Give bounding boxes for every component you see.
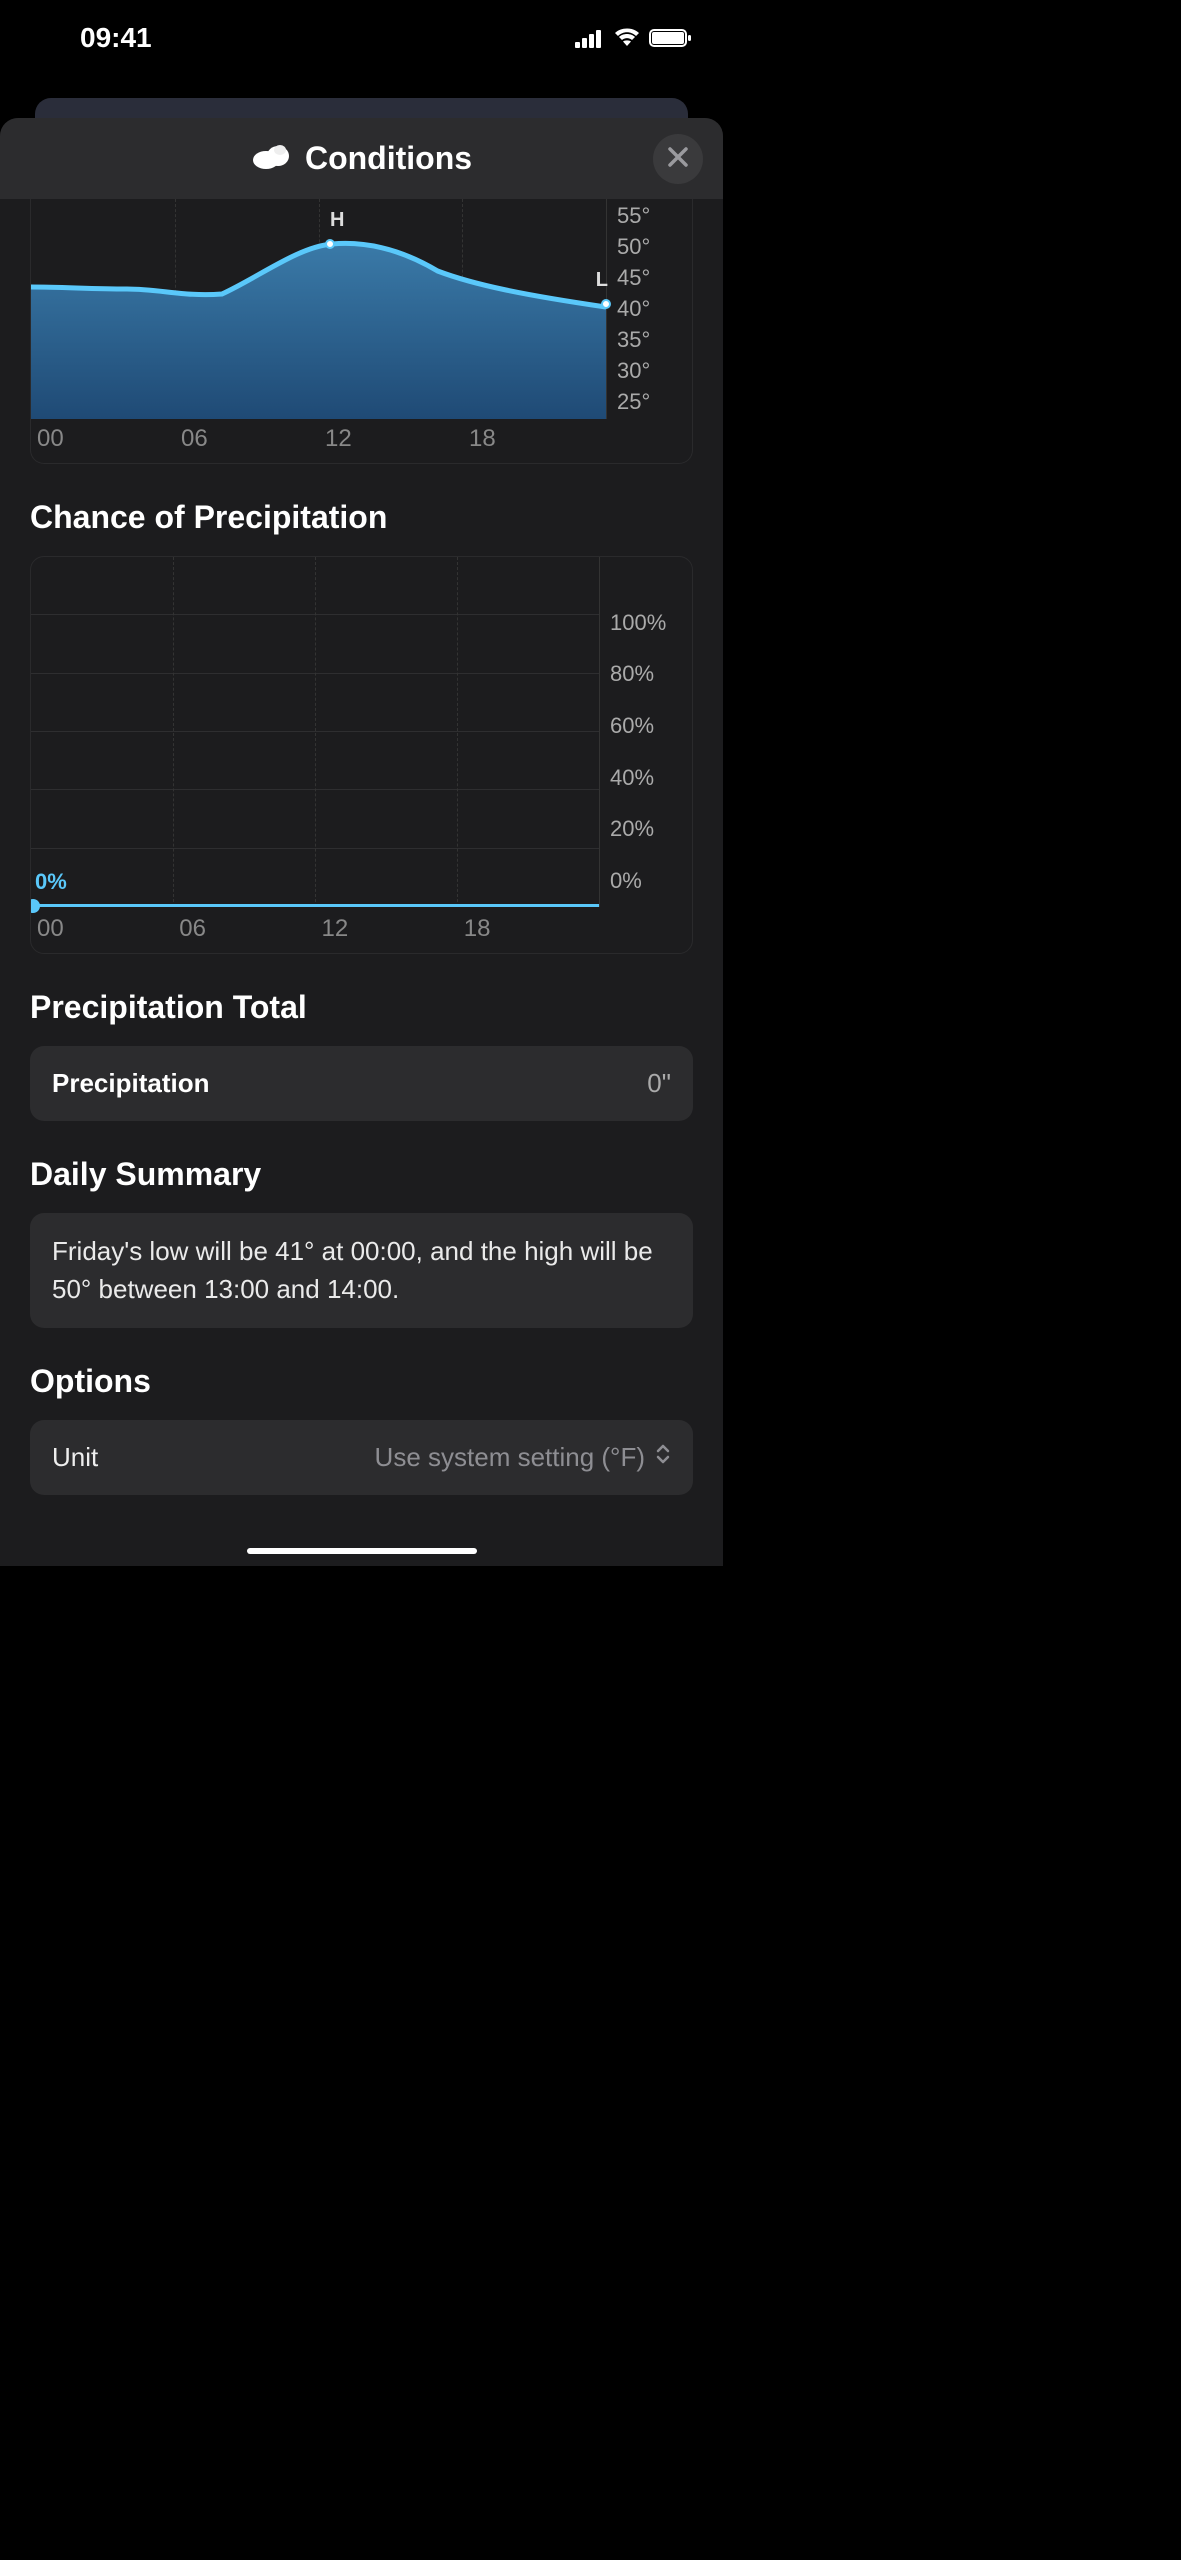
home-indicator[interactable]	[247, 1548, 477, 1554]
xtick: 00	[31, 425, 175, 453]
xtick: 00	[31, 915, 173, 943]
ytick: 20%	[610, 816, 692, 842]
close-button[interactable]	[653, 134, 703, 184]
precipitation-line	[31, 904, 599, 907]
precipitation-total-label: Precipitation	[52, 1068, 209, 1099]
ytick: 0%	[610, 868, 692, 894]
precipitation-total-row: Precipitation 0"	[30, 1046, 693, 1121]
unit-value: Use system setting (°F)	[375, 1442, 645, 1473]
ytick: 50°	[617, 234, 692, 260]
chevron-updown-icon	[655, 1442, 671, 1473]
current-precip-label: 0%	[35, 869, 67, 895]
xtick: 12	[319, 425, 463, 453]
temperature-xaxis: 00 06 12 18	[31, 419, 692, 463]
xtick: 18	[458, 915, 600, 943]
ytick: 40°	[617, 296, 692, 322]
modal-title: Conditions	[305, 140, 472, 177]
cloud-icon	[251, 142, 291, 175]
status-bar: 09:41	[0, 0, 723, 70]
ytick: 100%	[610, 610, 692, 636]
precipitation-total-title: Precipitation Total	[30, 989, 693, 1026]
ytick: 55°	[617, 203, 692, 229]
unit-option-row[interactable]: Unit Use system setting (°F)	[30, 1420, 693, 1495]
daily-summary-text: Friday's low will be 41° at 00:00, and t…	[30, 1213, 693, 1328]
precipitation-yaxis: 100% 80% 60% 40% 20% 0%	[600, 557, 692, 907]
ytick: 80%	[610, 661, 692, 687]
xtick: 06	[173, 915, 315, 943]
precipitation-xaxis: 00 06 12 18	[31, 907, 692, 953]
cell-signal-icon	[575, 28, 605, 48]
ytick: 25°	[617, 389, 692, 415]
low-marker-label: L	[596, 269, 608, 292]
options-title: Options	[30, 1363, 693, 1400]
ytick: 30°	[617, 358, 692, 384]
xtick: 18	[463, 425, 607, 453]
ytick: 40%	[610, 765, 692, 791]
ytick: 35°	[617, 327, 692, 353]
status-icons	[575, 28, 693, 48]
temperature-yaxis: 55° 50° 45° 40° 35° 30° 25°	[607, 199, 692, 419]
close-icon	[667, 146, 689, 171]
temperature-chart[interactable]: H L 55° 50° 45° 40° 35° 30° 25° 00 06	[30, 199, 693, 464]
low-marker-dot	[601, 299, 611, 309]
unit-label: Unit	[52, 1442, 98, 1473]
wifi-icon	[613, 28, 641, 48]
ytick: 45°	[617, 265, 692, 291]
ytick: 60%	[610, 713, 692, 739]
modal-header: Conditions	[0, 118, 723, 199]
xtick: 12	[316, 915, 458, 943]
status-time: 09:41	[30, 22, 152, 54]
precipitation-chart[interactable]: 0% 100% 80% 60% 40% 20% 0% 00 06 12 18	[30, 556, 693, 954]
high-marker-dot	[325, 239, 335, 249]
precipitation-chance-title: Chance of Precipitation	[30, 499, 693, 536]
precipitation-total-value: 0"	[647, 1068, 671, 1099]
high-marker-label: H	[330, 209, 344, 232]
xtick: 06	[175, 425, 319, 453]
conditions-modal: Conditions	[0, 118, 723, 1566]
battery-icon	[649, 28, 693, 48]
daily-summary-title: Daily Summary	[30, 1156, 693, 1193]
